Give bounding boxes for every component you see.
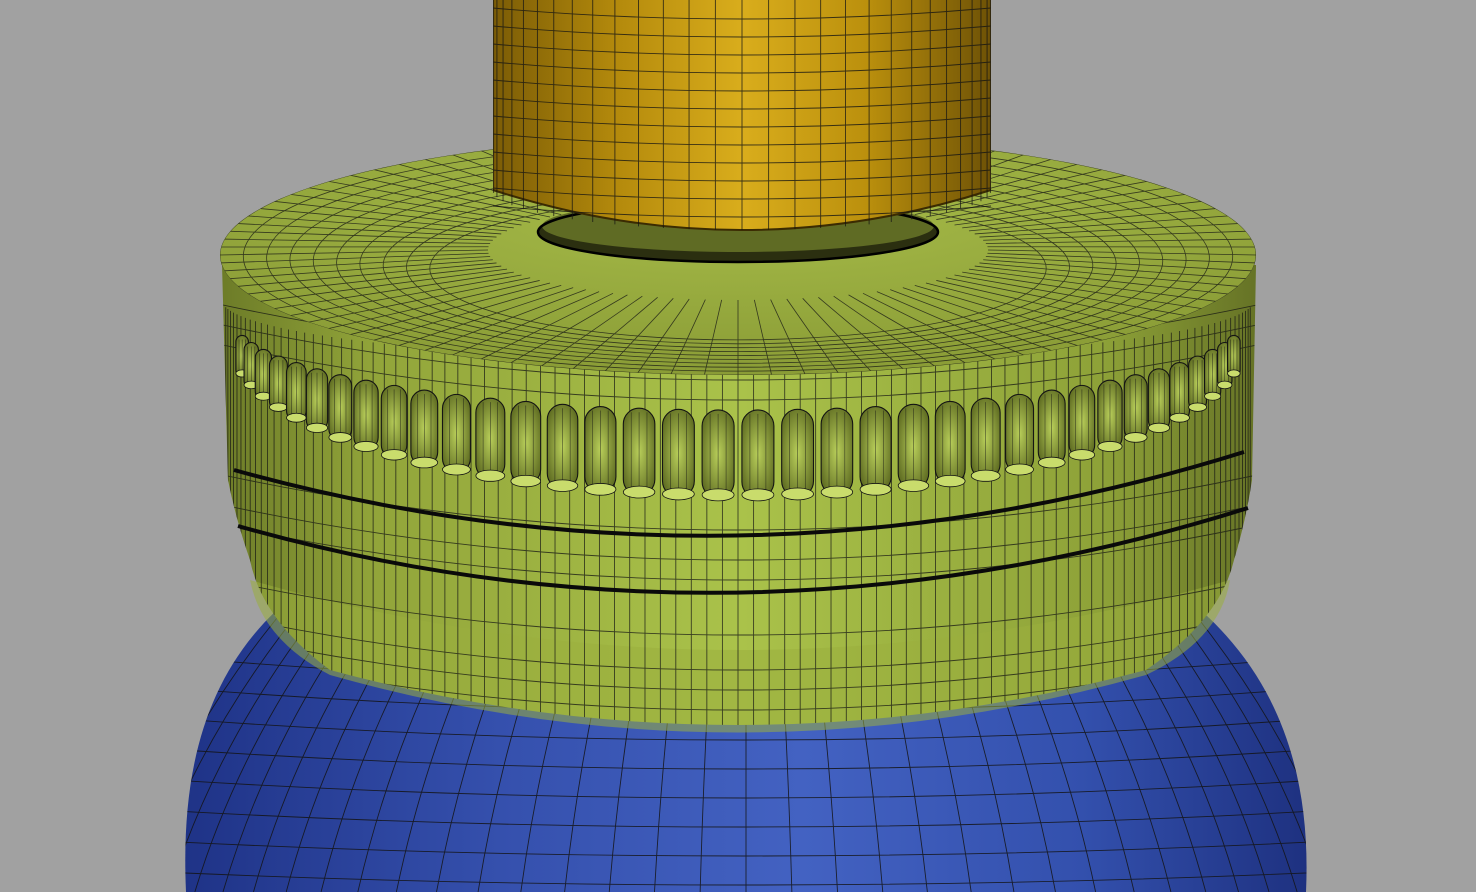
flute-slot [820,407,854,499]
flute-slot [1147,368,1171,433]
flute-slot [353,379,379,452]
flute-slot [328,374,353,443]
flute-slot [1169,362,1191,423]
flute-slot [584,405,617,496]
3d-viewport[interactable] [0,0,1476,892]
flute-slot [285,362,307,423]
flute-slot [661,408,695,501]
flute-slot [622,407,656,499]
flute-slot [268,355,288,412]
flute-slot [934,400,966,488]
flute-slot [897,403,930,492]
flute-slot [380,384,408,461]
flute-slot [781,408,815,501]
flute-slot [1227,334,1241,378]
flute-slot [859,405,892,496]
flute-slot [741,409,775,502]
flute-slot [1005,393,1035,476]
flute-slot [410,389,439,469]
viewport-scene[interactable] [0,0,1476,892]
flute-slot [546,403,579,492]
flute-slot [1097,379,1123,452]
flute-slot [1068,384,1096,461]
flute-slot [510,400,542,488]
flute-slot [475,397,506,482]
flute-slot [970,397,1001,482]
flute-slot [1037,389,1066,469]
upper-cylinder-mesh[interactable] [492,0,992,231]
flute-slot [305,368,329,433]
flute-slot [1188,355,1208,412]
flute-slot [701,409,735,502]
flute-slot [441,393,471,476]
flute-slot [1123,374,1148,443]
